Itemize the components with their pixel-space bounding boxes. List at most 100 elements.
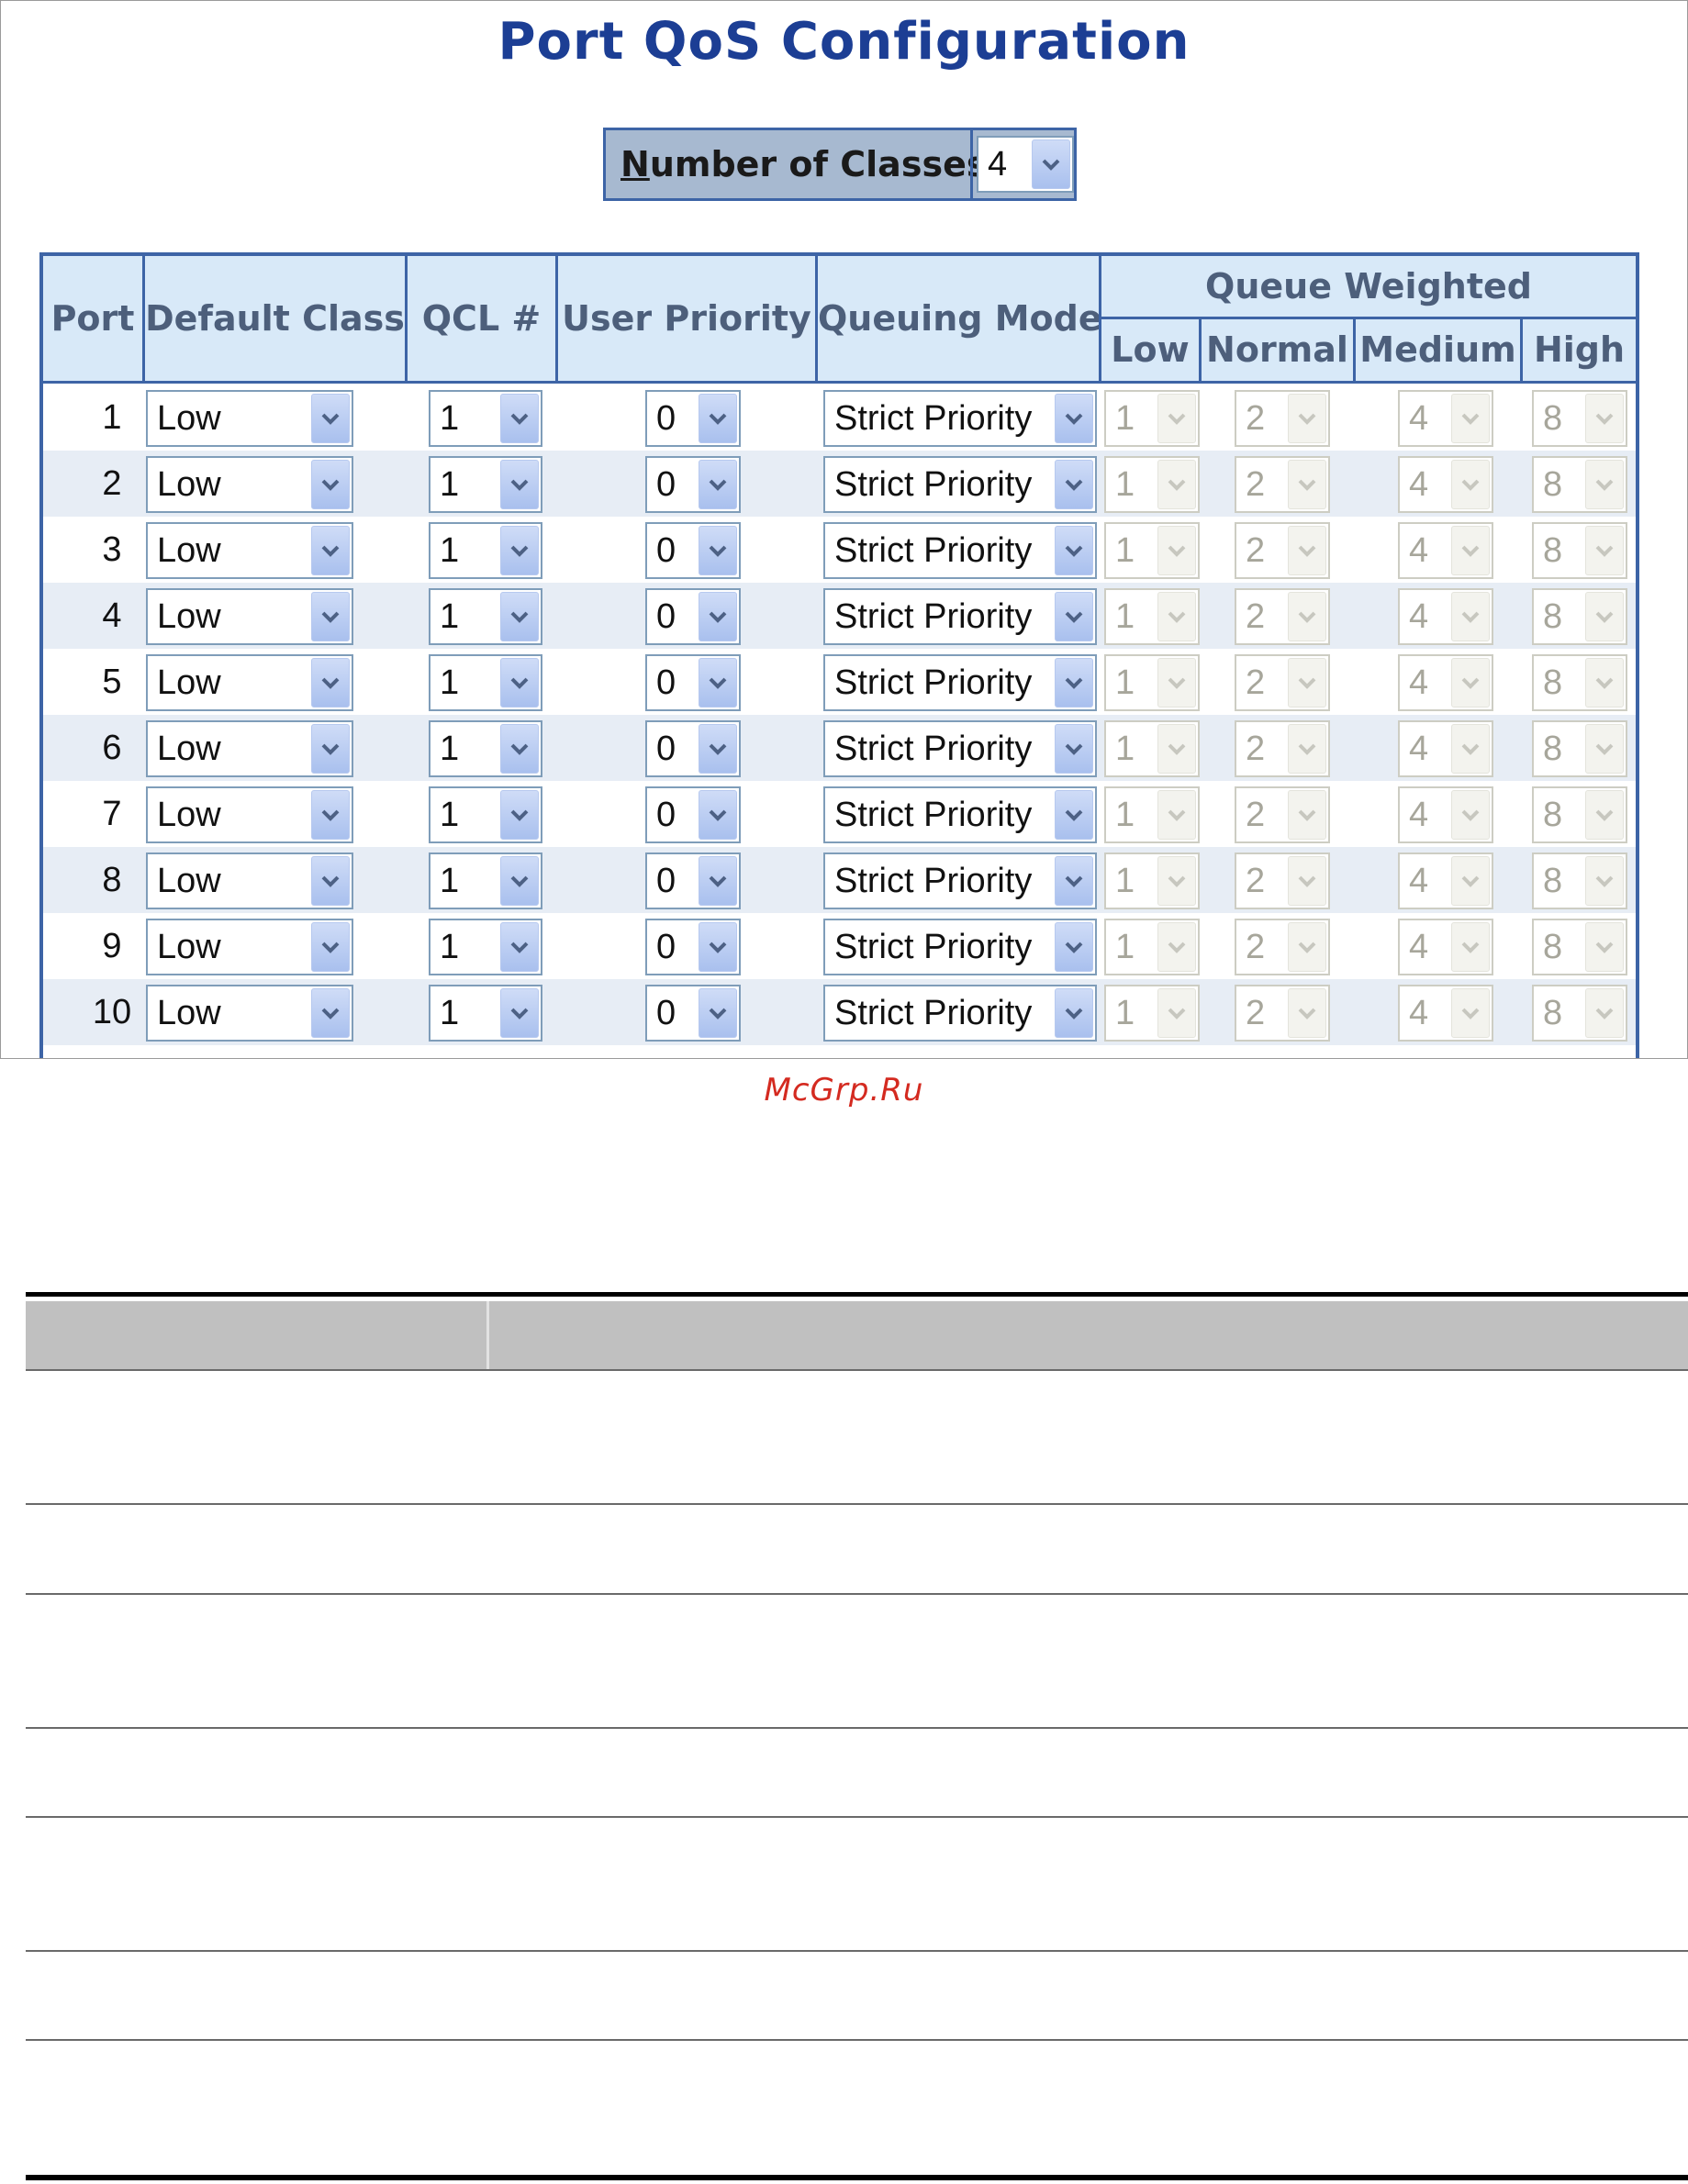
chevron-down-icon[interactable] xyxy=(699,724,737,774)
qcl-select[interactable]: 1 xyxy=(429,588,542,645)
default-class-select[interactable]: Low xyxy=(146,654,353,711)
default-class-select[interactable]: Low xyxy=(146,522,353,579)
weight-high-select: 8 xyxy=(1532,654,1627,711)
chevron-down-icon[interactable] xyxy=(699,658,737,708)
chevron-down-icon[interactable] xyxy=(500,460,539,509)
weight-medium-select: 4 xyxy=(1398,852,1493,909)
default-class-select[interactable]: Low xyxy=(146,720,353,777)
queuing-mode-select[interactable]: Strict Priority xyxy=(823,985,1097,1042)
weight-low-value: 1 xyxy=(1115,663,1135,702)
user-priority-select[interactable]: 0 xyxy=(645,919,741,975)
weight-normal-select: 2 xyxy=(1235,654,1330,711)
queuing-mode-select[interactable]: Strict Priority xyxy=(823,786,1097,843)
user-priority-select[interactable]: 0 xyxy=(645,588,741,645)
queuing-mode-select[interactable]: Strict Priority xyxy=(823,588,1097,645)
chevron-down-icon[interactable] xyxy=(1055,592,1093,641)
chevron-down-icon[interactable] xyxy=(699,856,737,906)
qcl-select[interactable]: 1 xyxy=(429,390,542,447)
weight-normal-select: 2 xyxy=(1235,588,1330,645)
weight-high-select: 8 xyxy=(1532,852,1627,909)
default-class-select[interactable]: Low xyxy=(146,456,353,513)
chevron-down-icon[interactable] xyxy=(699,460,737,509)
queuing-mode-select[interactable]: Strict Priority xyxy=(823,456,1097,513)
chevron-down-icon[interactable] xyxy=(699,922,737,972)
user-priority-select[interactable]: 0 xyxy=(645,456,741,513)
chevron-down-icon[interactable] xyxy=(500,592,539,641)
queuing-mode-select[interactable]: Strict Priority xyxy=(823,852,1097,909)
user-priority-select[interactable]: 0 xyxy=(645,390,741,447)
chevron-down-icon[interactable] xyxy=(500,658,539,708)
chevron-down-icon[interactable] xyxy=(1032,139,1070,189)
qcl-select[interactable]: 1 xyxy=(429,919,542,975)
qcl-select[interactable]: 1 xyxy=(429,852,542,909)
default-class-select[interactable]: Low xyxy=(146,985,353,1042)
default-class-select[interactable]: Low xyxy=(146,786,353,843)
chevron-down-icon[interactable] xyxy=(699,790,737,840)
chevron-down-icon[interactable] xyxy=(1055,460,1093,509)
user-priority-value: 0 xyxy=(656,730,676,768)
qcl-select[interactable]: 1 xyxy=(429,522,542,579)
chevron-down-icon[interactable] xyxy=(500,922,539,972)
chevron-down-icon[interactable] xyxy=(1055,988,1093,1038)
chevron-down-icon[interactable] xyxy=(311,790,350,840)
chevron-down-icon[interactable] xyxy=(1055,922,1093,972)
chevron-down-icon[interactable] xyxy=(1055,724,1093,774)
qcl-select[interactable]: 1 xyxy=(429,985,542,1042)
queuing-mode-select[interactable]: Strict Priority xyxy=(823,390,1097,447)
weight-medium-value: 4 xyxy=(1409,928,1429,966)
chevron-down-icon[interactable] xyxy=(699,988,737,1038)
weight-normal-value: 2 xyxy=(1246,399,1266,438)
user-priority-select[interactable]: 0 xyxy=(645,522,741,579)
chevron-down-icon[interactable] xyxy=(311,922,350,972)
chevron-down-icon[interactable] xyxy=(500,790,539,840)
chevron-down-icon[interactable] xyxy=(311,526,350,575)
user-priority-select[interactable]: 0 xyxy=(645,720,741,777)
chevron-down-icon[interactable] xyxy=(311,658,350,708)
chevron-down-icon[interactable] xyxy=(500,856,539,906)
watermark: McGrp.Ru xyxy=(764,1072,924,1109)
qcl-select[interactable]: 1 xyxy=(429,654,542,711)
chevron-down-icon[interactable] xyxy=(699,592,737,641)
chevron-down-icon[interactable] xyxy=(311,460,350,509)
chevron-down-icon[interactable] xyxy=(500,394,539,443)
default-class-select[interactable]: Low xyxy=(146,588,353,645)
chevron-down-icon[interactable] xyxy=(311,724,350,774)
chevron-down-icon xyxy=(1288,394,1326,443)
chevron-down-icon[interactable] xyxy=(311,856,350,906)
queuing-mode-select[interactable]: Strict Priority xyxy=(823,522,1097,579)
chevron-down-icon[interactable] xyxy=(1055,394,1093,443)
chevron-down-icon[interactable] xyxy=(1055,856,1093,906)
col-header-high: High xyxy=(1523,319,1636,381)
default-class-select[interactable]: Low xyxy=(146,919,353,975)
queuing-mode-select[interactable]: Strict Priority xyxy=(823,654,1097,711)
chevron-down-icon[interactable] xyxy=(1055,658,1093,708)
queuing-mode-select[interactable]: Strict Priority xyxy=(823,919,1097,975)
chevron-down-icon[interactable] xyxy=(311,592,350,641)
chevron-down-icon[interactable] xyxy=(500,526,539,575)
chevron-down-icon[interactable] xyxy=(699,526,737,575)
chevron-down-icon[interactable] xyxy=(1055,526,1093,575)
default-class-select[interactable]: Low xyxy=(146,390,353,447)
chevron-down-icon[interactable] xyxy=(311,988,350,1038)
chevron-down-icon[interactable] xyxy=(1055,790,1093,840)
qcl-select[interactable]: 1 xyxy=(429,786,542,843)
chevron-down-icon[interactable] xyxy=(699,394,737,443)
qcl-select[interactable]: 1 xyxy=(429,720,542,777)
number-of-classes-label: Number of Classes xyxy=(620,130,987,198)
user-priority-select[interactable]: 0 xyxy=(645,985,741,1042)
number-of-classes-select[interactable]: 4 xyxy=(977,136,1074,193)
default-class-select[interactable]: Low xyxy=(146,852,353,909)
chevron-down-icon[interactable] xyxy=(311,394,350,443)
chevron-down-icon[interactable] xyxy=(500,988,539,1038)
weight-medium-value: 4 xyxy=(1409,399,1429,438)
chevron-down-icon xyxy=(1288,790,1326,840)
user-priority-select[interactable]: 0 xyxy=(645,654,741,711)
chevron-down-icon xyxy=(1288,988,1326,1038)
queuing-mode-select[interactable]: Strict Priority xyxy=(823,720,1097,777)
user-priority-select[interactable]: 0 xyxy=(645,852,741,909)
chevron-down-icon[interactable] xyxy=(500,724,539,774)
col-header-default-class: Default Class xyxy=(145,256,405,381)
user-priority-select[interactable]: 0 xyxy=(645,786,741,843)
qcl-select[interactable]: 1 xyxy=(429,456,542,513)
qcl-value: 1 xyxy=(440,399,460,438)
